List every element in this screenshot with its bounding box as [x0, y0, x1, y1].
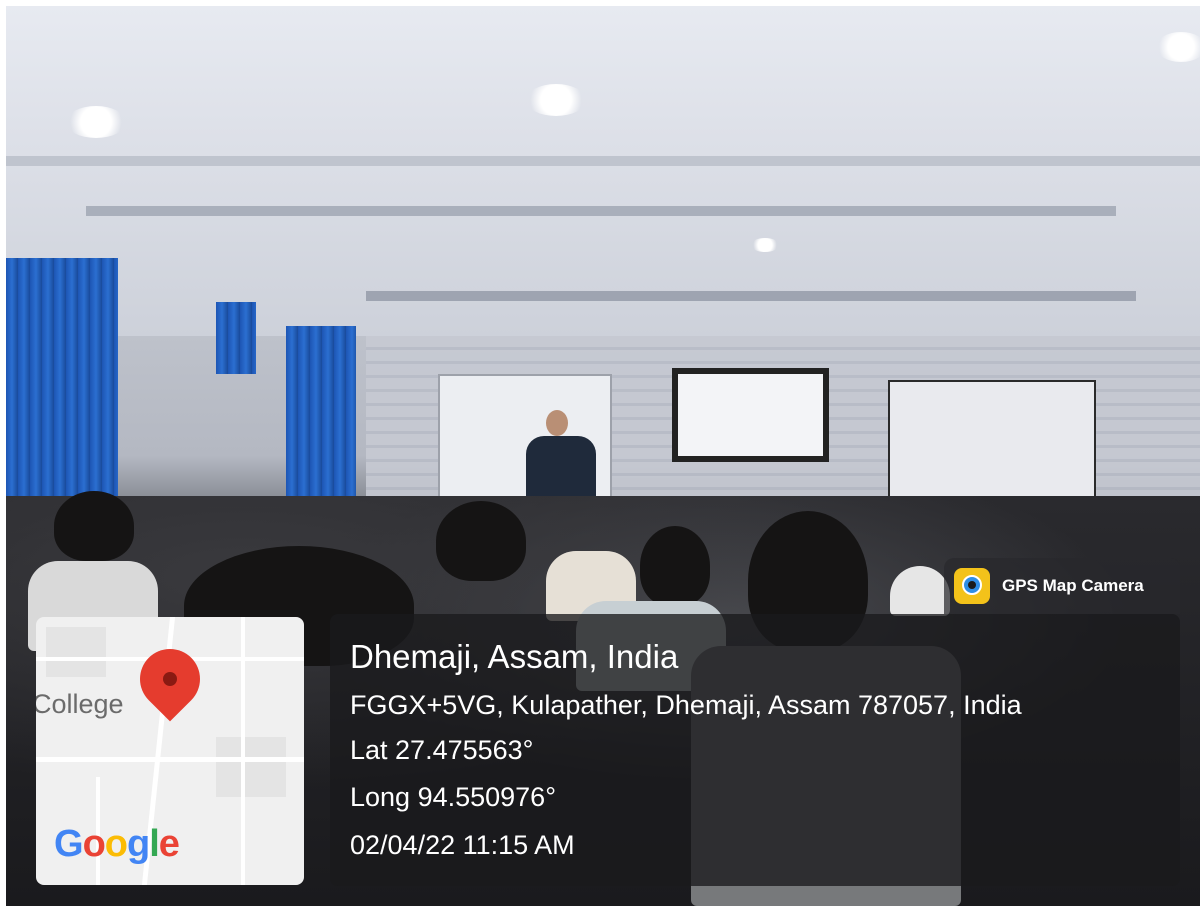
student-head	[640, 526, 710, 606]
presenter-head	[546, 410, 568, 436]
location-place: Dhemaji, Assam, India	[350, 638, 679, 675]
location-datetime: 02/04/22 11:15 AM	[350, 830, 575, 860]
map-place-label: College	[36, 689, 124, 719]
ceiling	[6, 6, 1200, 336]
google-logo: Google	[54, 823, 180, 866]
window-curtain	[216, 302, 256, 374]
map-road	[241, 617, 245, 885]
ceiling-beam	[6, 156, 1200, 166]
map-block	[216, 737, 286, 797]
window-curtain	[286, 326, 356, 501]
location-pin-center	[163, 672, 177, 686]
ceiling-beam	[366, 291, 1136, 301]
ceiling-light	[751, 238, 779, 252]
google-logo-letter: o	[82, 823, 106, 865]
gps-app-tag: GPS Map Camera	[944, 558, 1180, 614]
google-logo-letter: G	[54, 823, 84, 865]
gps-map-camera-icon	[954, 568, 990, 604]
google-logo-letter: g	[127, 823, 150, 865]
ceiling-light	[66, 106, 126, 138]
gps-app-name: GPS Map Camera	[1002, 576, 1144, 595]
map-road	[36, 757, 304, 762]
google-logo-letter: l	[149, 823, 160, 865]
google-logo-letter: o	[104, 823, 128, 865]
google-logo-letter: e	[158, 823, 180, 865]
student-head	[54, 491, 134, 561]
ceiling-beam	[86, 206, 1116, 216]
location-info-panel: Dhemaji, Assam, India FGGX+5VG, Kulapath…	[330, 614, 1180, 886]
ceiling-light	[1156, 32, 1200, 62]
location-longitude: Long 94.550976°	[350, 782, 556, 812]
location-latitude: Lat 27.475563°	[350, 735, 534, 765]
display-screen	[672, 368, 829, 462]
map-thumbnail: College Google	[36, 617, 304, 885]
map-block	[46, 627, 106, 677]
student-head	[436, 501, 526, 581]
location-address: FGGX+5VG, Kulapather, Dhemaji, Assam 787…	[350, 690, 1022, 720]
ceiling-light	[526, 84, 586, 116]
